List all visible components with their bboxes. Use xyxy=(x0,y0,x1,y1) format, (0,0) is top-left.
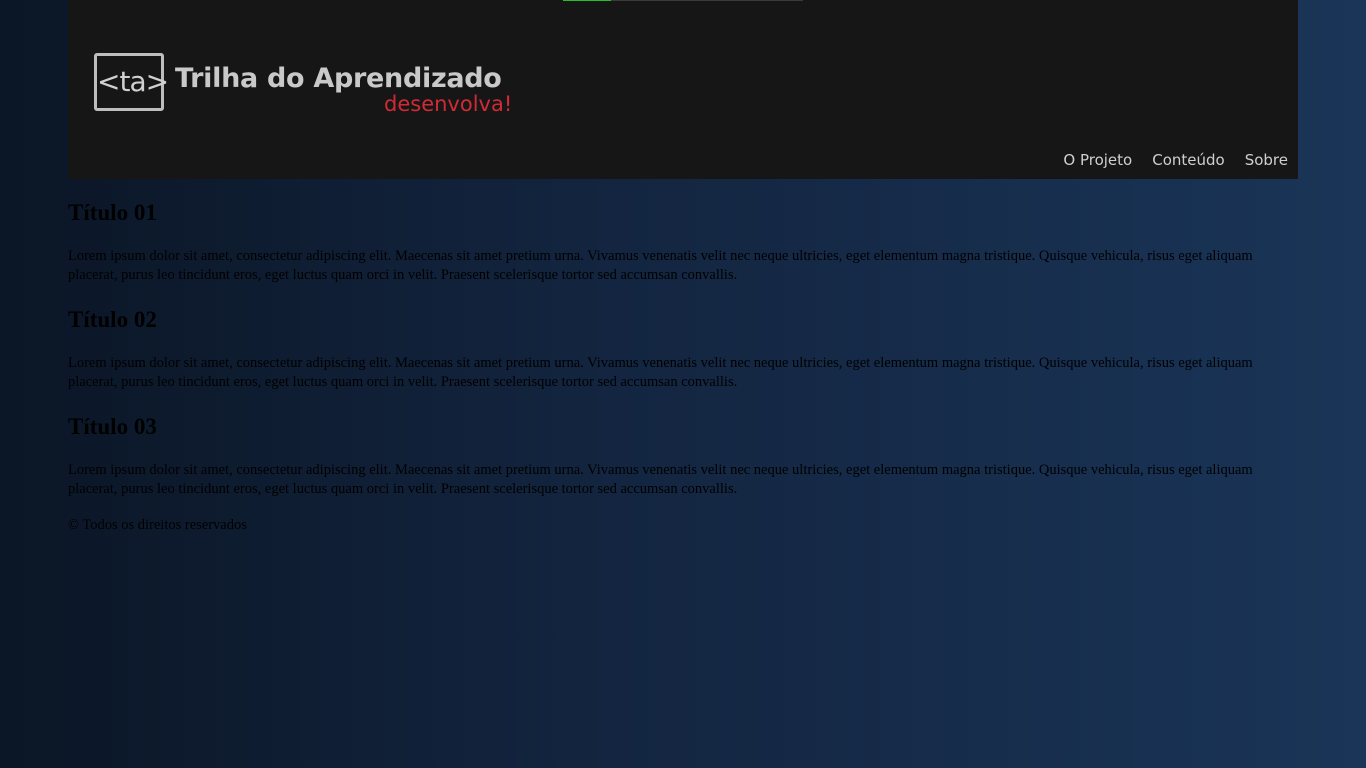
nav-item-sobre[interactable]: Sobre xyxy=(1245,149,1288,171)
main-content: Título 01 Lorem ipsum dolor sit amet, co… xyxy=(68,196,1298,535)
section-title: Título 03 xyxy=(68,414,157,439)
content-section: Título 02 Lorem ipsum dolor sit amet, co… xyxy=(68,303,1298,392)
section-text: Lorem ipsum dolor sit amet, consectetur … xyxy=(68,355,1253,390)
site-logo[interactable]: <ta> Trilha do Aprendizado desenvolva! xyxy=(94,53,564,119)
content-section: Título 03 Lorem ipsum dolor sit amet, co… xyxy=(68,410,1298,499)
site-header: <ta> Trilha do Aprendizado desenvolva! O… xyxy=(68,0,1298,179)
nav-item-conteudo[interactable]: Conteúdo xyxy=(1152,149,1224,171)
section-text: Lorem ipsum dolor sit amet, consectetur … xyxy=(68,462,1253,497)
progress-bar xyxy=(563,0,803,1)
section-title: Título 02 xyxy=(68,307,157,332)
nav-item-o-projeto[interactable]: O Projeto xyxy=(1063,149,1132,171)
logo-tagline: desenvolva! xyxy=(384,92,513,116)
progress-bar-fill xyxy=(563,0,611,1)
copyright-footer: © Todos os direitos reservados xyxy=(68,517,247,533)
content-section: Título 01 Lorem ipsum dolor sit amet, co… xyxy=(68,196,1298,285)
section-text: Lorem ipsum dolor sit amet, consectetur … xyxy=(68,248,1253,283)
section-title: Título 01 xyxy=(68,200,157,225)
main-nav: O Projeto Conteúdo Sobre xyxy=(1063,149,1288,171)
logo-mark: <ta> xyxy=(94,53,169,111)
